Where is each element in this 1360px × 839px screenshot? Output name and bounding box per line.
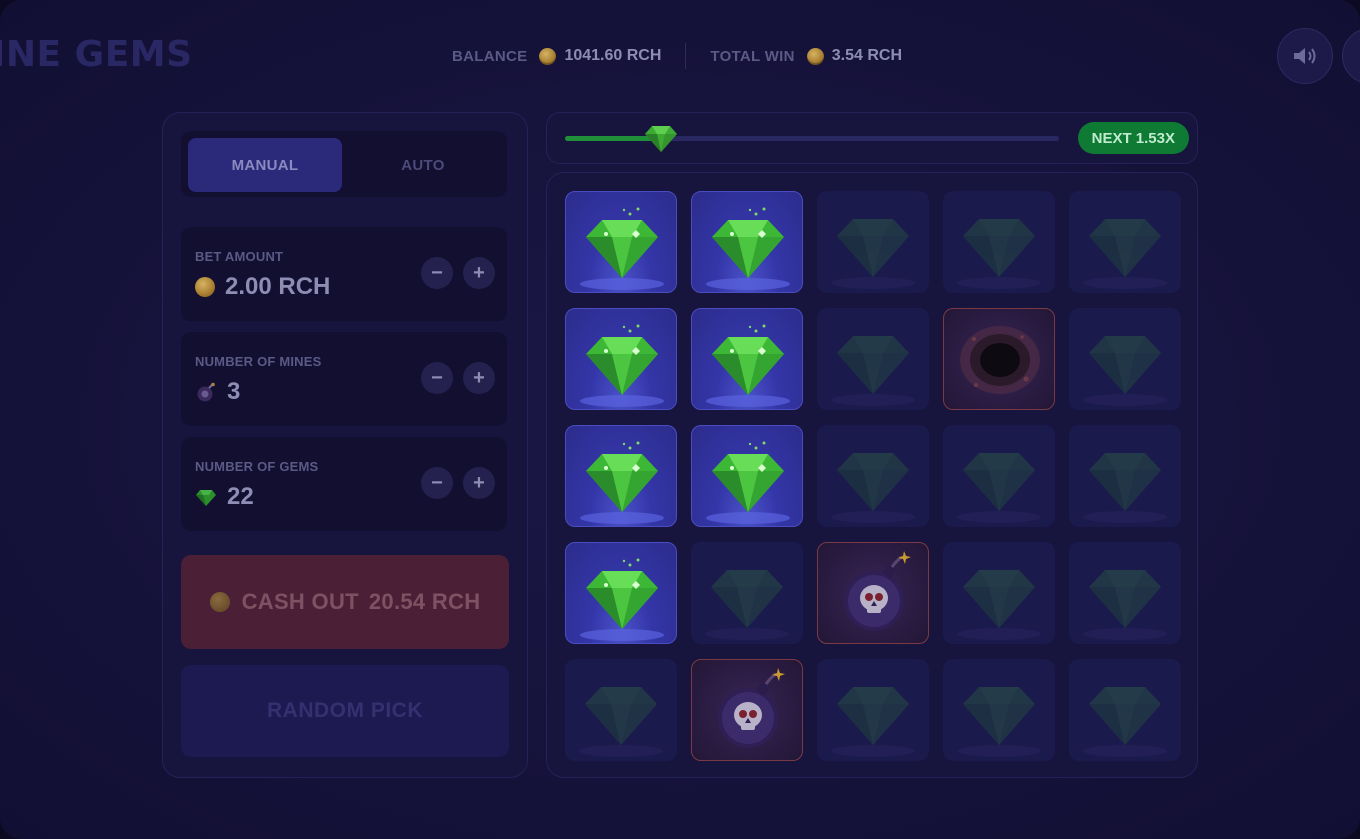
bomb-icon [844,551,911,631]
next-multiplier-badge: NEXT 1.53X [1077,122,1189,154]
gem-icon [580,324,664,407]
gem-tile[interactable] [565,425,677,527]
gem-icon [957,570,1041,640]
game-logo: INE GEMS [0,34,193,75]
control-panel: MANUAL AUTO BET AMOUNT 2.00 RCH − + NUMB… [162,112,528,778]
mines-value: 3 [227,378,241,405]
hidden-tile[interactable] [1069,191,1181,293]
gem-icon [196,490,216,506]
gem-icon [706,324,790,407]
speaker-icon [1294,48,1316,64]
hidden-tile[interactable] [817,191,929,293]
cash-out-amount: 20.54 RCH [368,589,481,614]
bomb-icon [718,668,785,748]
gem-tile[interactable] [691,191,803,293]
bet-decrease-button[interactable]: − [421,257,453,289]
gem-icon [706,207,790,290]
total-win-label: TOTAL WIN [710,47,795,65]
mode-tabs: MANUAL AUTO [181,131,507,197]
gem-icon [957,687,1041,757]
progress-track [565,126,1059,152]
gem-icon [1083,453,1167,523]
divider [685,43,687,69]
tab-manual[interactable]: MANUAL [188,138,342,192]
gem-tile[interactable] [565,542,677,644]
gem-icon [957,453,1041,523]
hole-icon [960,326,1040,394]
gem-tile[interactable] [565,191,677,293]
progress-gem-icon [645,126,678,152]
cash-out-button[interactable]: CASH OUT 20.54 RCH [181,555,509,649]
header-stats: BALANCE 1041.60 RCH TOTAL WIN 3.54 RCH [452,43,902,69]
gem-tile[interactable] [565,308,677,410]
gem-icon [831,687,915,757]
coin-icon [806,47,824,65]
hidden-tile[interactable] [817,425,929,527]
sound-button[interactable] [1277,28,1333,84]
random-pick-button[interactable]: RANDOM PICK [181,665,509,757]
hidden-tile[interactable] [1069,542,1181,644]
total-win-value: 3.54 RCH [831,47,902,64]
gem-icon [1083,336,1167,406]
hidden-tile[interactable] [943,659,1055,761]
mines-decrease-button[interactable]: − [421,362,453,394]
bomb-tile[interactable] [817,542,929,644]
gem-icon [580,207,664,290]
gem-icon [580,441,664,524]
hidden-tile[interactable] [817,659,929,761]
hidden-tile[interactable] [691,542,803,644]
balance-value: 1041.60 RCH [564,47,662,64]
gems-increase-button[interactable]: + [463,467,495,499]
bomb-tile[interactable] [691,659,803,761]
bomb-icon [197,382,215,402]
hidden-tile[interactable] [943,425,1055,527]
gem-icon [705,570,789,640]
gem-tile[interactable] [691,425,803,527]
game-window: INE GEMS BALANCE 1041.60 RCH TOTAL WIN 3… [0,0,1360,839]
gem-icon [957,219,1041,289]
gem-icon [1083,687,1167,757]
cash-out-label: CASH OUT [241,589,359,614]
gem-icon [706,441,790,524]
bet-increase-button[interactable]: + [463,257,495,289]
gem-icon [831,453,915,523]
gems-value: 22 [227,483,254,510]
hidden-tile[interactable] [565,659,677,761]
mines-increase-button[interactable]: + [463,362,495,394]
bet-amount-value[interactable]: 2.00 RCH [225,273,330,301]
hidden-tile[interactable] [817,308,929,410]
gem-icon [580,558,664,641]
mines-label: NUMBER OF MINES [195,354,322,369]
mines-field: NUMBER OF MINES 3 − + [181,332,507,426]
gem-icon [1083,219,1167,289]
tab-auto[interactable]: AUTO [346,138,500,192]
mine-hole-tile[interactable] [943,308,1055,410]
game-board [546,172,1198,778]
gem-icon [1083,570,1167,640]
hidden-tile[interactable] [1069,308,1181,410]
gem-icon [579,687,663,757]
coin-icon [195,277,215,297]
multiplier-progress: NEXT 1.53X [546,112,1198,164]
gem-icon [831,219,915,289]
hidden-tile[interactable] [943,191,1055,293]
balance-label: BALANCE [452,47,528,65]
menu-button[interactable] [1342,28,1360,84]
hidden-tile[interactable] [943,542,1055,644]
gems-label: NUMBER OF GEMS [195,459,319,474]
coin-icon [539,47,557,65]
gems-decrease-button[interactable]: − [421,467,453,499]
gem-icon [831,336,915,406]
gems-field: NUMBER OF GEMS 22 − + [181,437,507,531]
gem-tile[interactable] [691,308,803,410]
hidden-tile[interactable] [1069,425,1181,527]
coin-icon [209,592,230,612]
hidden-tile[interactable] [1069,659,1181,761]
bet-amount-field: BET AMOUNT 2.00 RCH − + [181,227,507,321]
bet-amount-label: BET AMOUNT [195,249,284,264]
